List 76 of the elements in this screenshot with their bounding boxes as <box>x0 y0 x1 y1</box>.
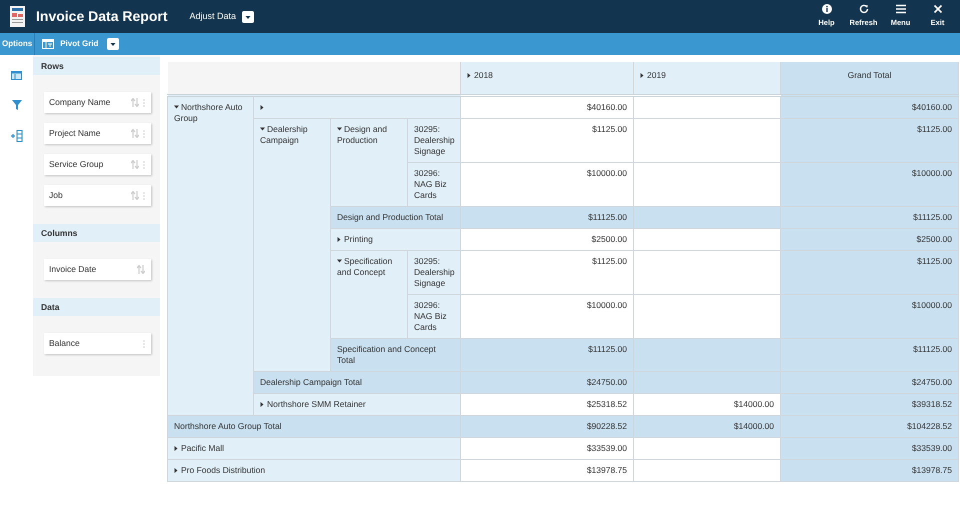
value-cell: $90228.52 <box>460 415 634 437</box>
total-row-header: Northshore Auto Group Total <box>168 415 460 437</box>
value-cell: $40160.00 <box>780 95 958 118</box>
value-cell: $24750.00 <box>460 371 634 393</box>
info-icon <box>822 4 832 14</box>
value-cell: $11125.00 <box>460 338 634 371</box>
column-header[interactable]: 2018 <box>460 62 634 95</box>
row-header[interactable]: Pacific Mall <box>168 437 460 459</box>
value-cell: $11125.00 <box>780 206 958 228</box>
value-cell: $10000.00 <box>460 294 634 338</box>
expand-caret-icon[interactable] <box>467 73 471 78</box>
row-header[interactable]: Northshore SMM Retainer <box>254 393 460 415</box>
column-header[interactable]: 2019 <box>634 62 780 95</box>
row-header: 30296: NAG Biz Cards <box>408 162 460 206</box>
value-cell: $40160.00 <box>460 95 634 118</box>
value-cell: $2500.00 <box>460 228 634 250</box>
field-chip[interactable]: Balance <box>44 333 151 354</box>
expand-caret-icon[interactable] <box>260 104 264 110</box>
expand-caret-icon[interactable] <box>260 402 264 407</box>
dropdown-caret-icon <box>242 10 254 22</box>
collapse-caret-icon[interactable] <box>174 105 179 110</box>
value-cell: $14000.00 <box>634 415 780 437</box>
expand-caret-icon[interactable] <box>640 73 644 78</box>
row-header[interactable]: Design and Production <box>330 118 408 206</box>
app-title: Invoice Data Report <box>36 7 168 26</box>
value-cell: $14000.00 <box>634 393 780 415</box>
value-cell: $11125.00 <box>780 338 958 371</box>
row-header[interactable]: Pro Foods Distribution <box>168 459 460 481</box>
menu-icon <box>896 4 906 14</box>
expand-caret-icon[interactable] <box>174 468 178 473</box>
dropdown-caret-icon <box>107 38 120 50</box>
field-chip[interactable]: Invoice Date <box>44 259 151 280</box>
row-header[interactable]: Dealership Campaign <box>254 118 330 371</box>
value-cell: $1125.00 <box>460 118 634 162</box>
value-cell: $11125.00 <box>460 206 634 228</box>
value-cell: $2500.00 <box>780 228 958 250</box>
expand-caret-icon[interactable] <box>174 446 178 451</box>
value-cell: $33539.00 <box>460 437 634 459</box>
value-cell: $24750.00 <box>780 371 958 393</box>
value-cell: $39318.52 <box>780 393 958 415</box>
row-header[interactable]: Printing <box>330 228 460 250</box>
row-header[interactable]: Specification and Concept <box>330 250 408 338</box>
close-icon <box>932 4 942 14</box>
value-cell: $33539.00 <box>780 437 958 459</box>
column-header[interactable]: Grand Total <box>780 62 958 95</box>
section-header: Columns <box>33 224 160 242</box>
report-logo-icon <box>10 6 25 27</box>
collapse-caret-icon[interactable] <box>337 127 342 132</box>
row-header: 30295: Dealership Signage <box>408 250 460 294</box>
pivot-grid-icon <box>42 39 54 49</box>
filter-icon[interactable] <box>12 100 22 110</box>
total-row-header: Dealership Campaign Total <box>254 371 460 393</box>
value-cell: $10000.00 <box>780 294 958 338</box>
total-row-header: Specification and Concept Total <box>330 338 460 371</box>
section-header: Rows <box>33 57 160 75</box>
row-header[interactable]: Northshore Auto Group <box>168 95 254 415</box>
row-header: 30295: Dealership Signage <box>408 118 460 162</box>
total-row-header: Design and Production Total <box>330 206 460 228</box>
value-cell: $25318.52 <box>460 393 634 415</box>
collapse-caret-icon[interactable] <box>337 259 342 264</box>
collapse-caret-icon[interactable] <box>260 127 265 132</box>
value-cell: $1125.00 <box>460 250 634 294</box>
table-icon[interactable] <box>11 71 22 80</box>
value-cell: $104228.52 <box>780 415 958 437</box>
value-cell: $13978.75 <box>460 459 634 481</box>
adjust-data-menu[interactable]: Adjust Data <box>189 10 254 24</box>
value-cell: $10000.00 <box>780 162 958 206</box>
expand-caret-icon[interactable] <box>337 236 341 242</box>
row-header: 30296: NAG Biz Cards <box>408 294 460 338</box>
section-header: Data <box>33 298 160 316</box>
add-column-icon[interactable] <box>10 130 22 142</box>
value-cell: $1125.00 <box>780 118 958 162</box>
value-cell: $1125.00 <box>780 250 958 294</box>
value-cell: $10000.00 <box>460 162 634 206</box>
refresh-icon <box>858 4 868 14</box>
value-cell: $13978.75 <box>780 459 958 481</box>
